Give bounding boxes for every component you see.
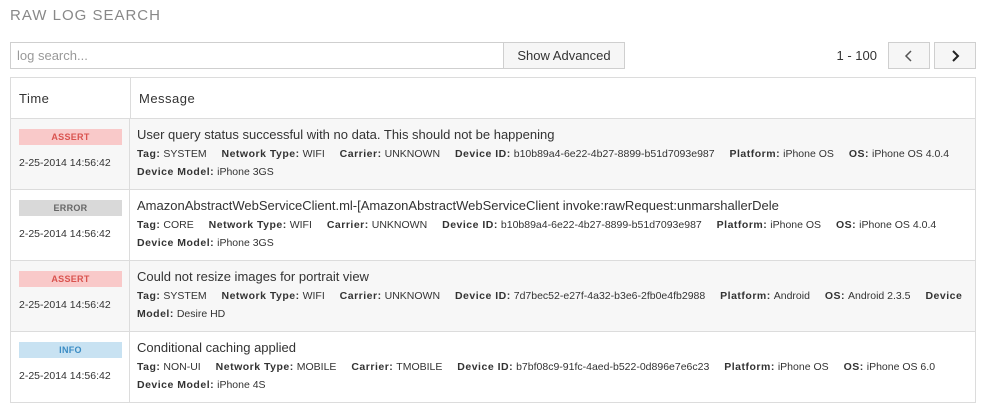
column-header-message: Message [139,90,196,106]
meta-label-carrier: Carrier: [339,148,382,160]
meta-label-network: Network Type: [208,219,287,231]
message-cell: User query status successful with no dat… [130,119,975,189]
meta-value-carrier: UNKNOWN [384,290,441,302]
meta-label-network: Network Type: [221,148,300,160]
meta-value-device-model: Desire HD [176,308,226,320]
meta-value-carrier: UNKNOWN [371,219,428,231]
meta-label-device-id: Device ID: [454,148,511,160]
meta-label-tag: Tag: [137,219,161,231]
chevron-left-icon [904,49,912,62]
message-meta: Tag: SYSTEM Network Type: WIFI Carrier: UNK… [137,287,967,323]
meta-label-os: OS: [835,219,857,231]
meta-value-device-id: b10b89a4-6e22-4b27-8899-b51d7093e987 [513,148,715,160]
meta-label-os: OS: [843,361,864,373]
meta-value-carrier: TMOBILE [396,361,443,373]
meta-value-platform: iPhone OS [777,361,829,373]
message-cell: AmazonAbstractWebServiceClient.ml-[Amazo… [130,190,975,260]
meta-label-device-id: Device ID: [457,361,514,373]
meta-value-device-model: iPhone 4S [217,379,266,391]
meta-value-network: WIFI [289,219,312,231]
message-meta: Tag: SYSTEM Network Type: WIFI Carrier: UNK… [137,145,967,181]
meta-label-tag: Tag: [137,361,161,373]
log-level-badge: INFO [19,342,122,358]
meta-value-device-id: 7d7bec52-e27f-4a32-b3e6-2fb0e4fb2988 [513,290,706,302]
meta-value-network: WIFI [302,290,325,302]
message-text: AmazonAbstractWebServiceClient.ml-[Amazo… [137,198,779,213]
table-row[interactable]: ASSERT 2-25-2014 14:56:42 Could not resize… [11,261,975,332]
meta-label-device-id: Device ID: [454,290,511,302]
meta-value-network: MOBILE [296,361,337,373]
meta-value-network: WIFI [302,148,325,160]
meta-label-platform: Platform: [720,290,771,302]
meta-value-platform: iPhone OS [770,219,822,231]
time-cell: INFO 2-25-2014 14:56:42 [11,332,130,402]
chevron-right-icon [952,49,960,62]
time-cell: ASSERT 2-25-2014 14:56:42 [11,119,130,189]
meta-label-platform: Platform: [729,148,781,160]
meta-label-platform: Platform: [724,361,775,373]
meta-label-carrier: Carrier: [339,290,382,302]
pager-range: 1 - 100 [836,48,877,63]
meta-value-os: iPhone OS 4.0.4 [859,219,937,231]
log-level-badge: ASSERT [19,129,122,145]
meta-label-os: OS: [824,290,846,302]
meta-value-tag: SYSTEM [163,290,207,302]
meta-label-platform: Platform: [716,219,768,231]
timestamp: 2-25-2014 14:56:42 [19,299,111,311]
meta-label-carrier: Carrier: [326,219,369,231]
meta-value-device-id: b10b89a4-6e22-4b27-8899-b51d7093e987 [500,219,702,231]
meta-label-os: OS: [848,148,869,160]
message-text: Could not resize images for portrait vie… [137,269,369,284]
meta-value-os: iPhone OS 4.0.4 [872,148,950,160]
meta-label-network: Network Type: [215,361,294,373]
meta-value-platform: Android [773,290,810,302]
meta-label-device-model: Device Model: [137,379,215,391]
meta-label-carrier: Carrier: [351,361,394,373]
prev-page-button[interactable] [888,42,930,69]
message-cell: Conditional caching applied Tag: NON-UI Ne… [130,332,975,402]
message-meta: Tag: CORE Network Type: WIFI Carrier: UNKNO… [137,216,967,252]
table-row[interactable]: INFO 2-25-2014 14:56:42 Conditional cachin… [11,332,975,403]
message-meta: Tag: NON-UI Network Type: MOBILE Carrier: T… [137,358,967,394]
pagination: 1 - 100 [837,42,976,69]
meta-value-os: iPhone OS 6.0 [866,361,936,373]
page-title: RAW LOG SEARCH [10,7,161,24]
meta-value-device-model: iPhone 3GS [217,237,274,249]
table-row[interactable]: ASSERT 2-25-2014 14:56:42 User query statu… [11,119,975,190]
table-body: ASSERT 2-25-2014 14:56:42 User query statu… [11,119,975,403]
meta-label-device-model: Device Model: [137,237,215,249]
message-text: Conditional caching applied [137,340,297,355]
meta-label-tag: Tag: [137,290,161,302]
search-input[interactable] [10,42,503,69]
message-text: User query status successful with no dat… [137,127,555,142]
next-page-button[interactable] [934,42,976,69]
meta-label-tag: Tag: [137,148,161,160]
meta-value-tag: CORE [163,219,194,231]
time-cell: ERROR 2-25-2014 14:56:42 [11,190,130,260]
meta-value-device-id: b7bf08c9-91fc-4aed-b522-0d896e7e6c23 [516,361,710,373]
meta-value-carrier: UNKNOWN [384,148,441,160]
time-cell: ASSERT 2-25-2014 14:56:42 [11,261,130,331]
meta-value-platform: iPhone OS [783,148,834,160]
message-cell: Could not resize images for portrait vie… [130,261,975,331]
meta-value-device-model: iPhone 3GS [217,166,274,178]
meta-label-device-model: Device Model: [137,166,215,178]
meta-value-os: Android 2.3.5 [848,290,911,302]
meta-label-network: Network Type: [221,290,300,302]
search-bar: Show Advanced [10,42,625,69]
log-table: Time Message ASSERT 2-25-2014 14:56:42 Use… [10,77,976,403]
timestamp: 2-25-2014 14:56:42 [19,157,111,169]
table-header: Time Message [11,78,975,119]
show-advanced-button[interactable]: Show Advanced [503,42,625,69]
meta-value-tag: SYSTEM [163,148,207,160]
log-level-badge: ASSERT [19,271,122,287]
meta-value-tag: NON-UI [163,361,201,373]
timestamp: 2-25-2014 14:56:42 [19,370,111,382]
timestamp: 2-25-2014 14:56:42 [19,228,111,240]
meta-label-device-id: Device ID: [442,219,498,231]
column-header-time: Time [11,78,131,118]
log-level-badge: ERROR [19,200,122,216]
table-row[interactable]: ERROR 2-25-2014 14:56:42 AmazonAbstractWeb… [11,190,975,261]
